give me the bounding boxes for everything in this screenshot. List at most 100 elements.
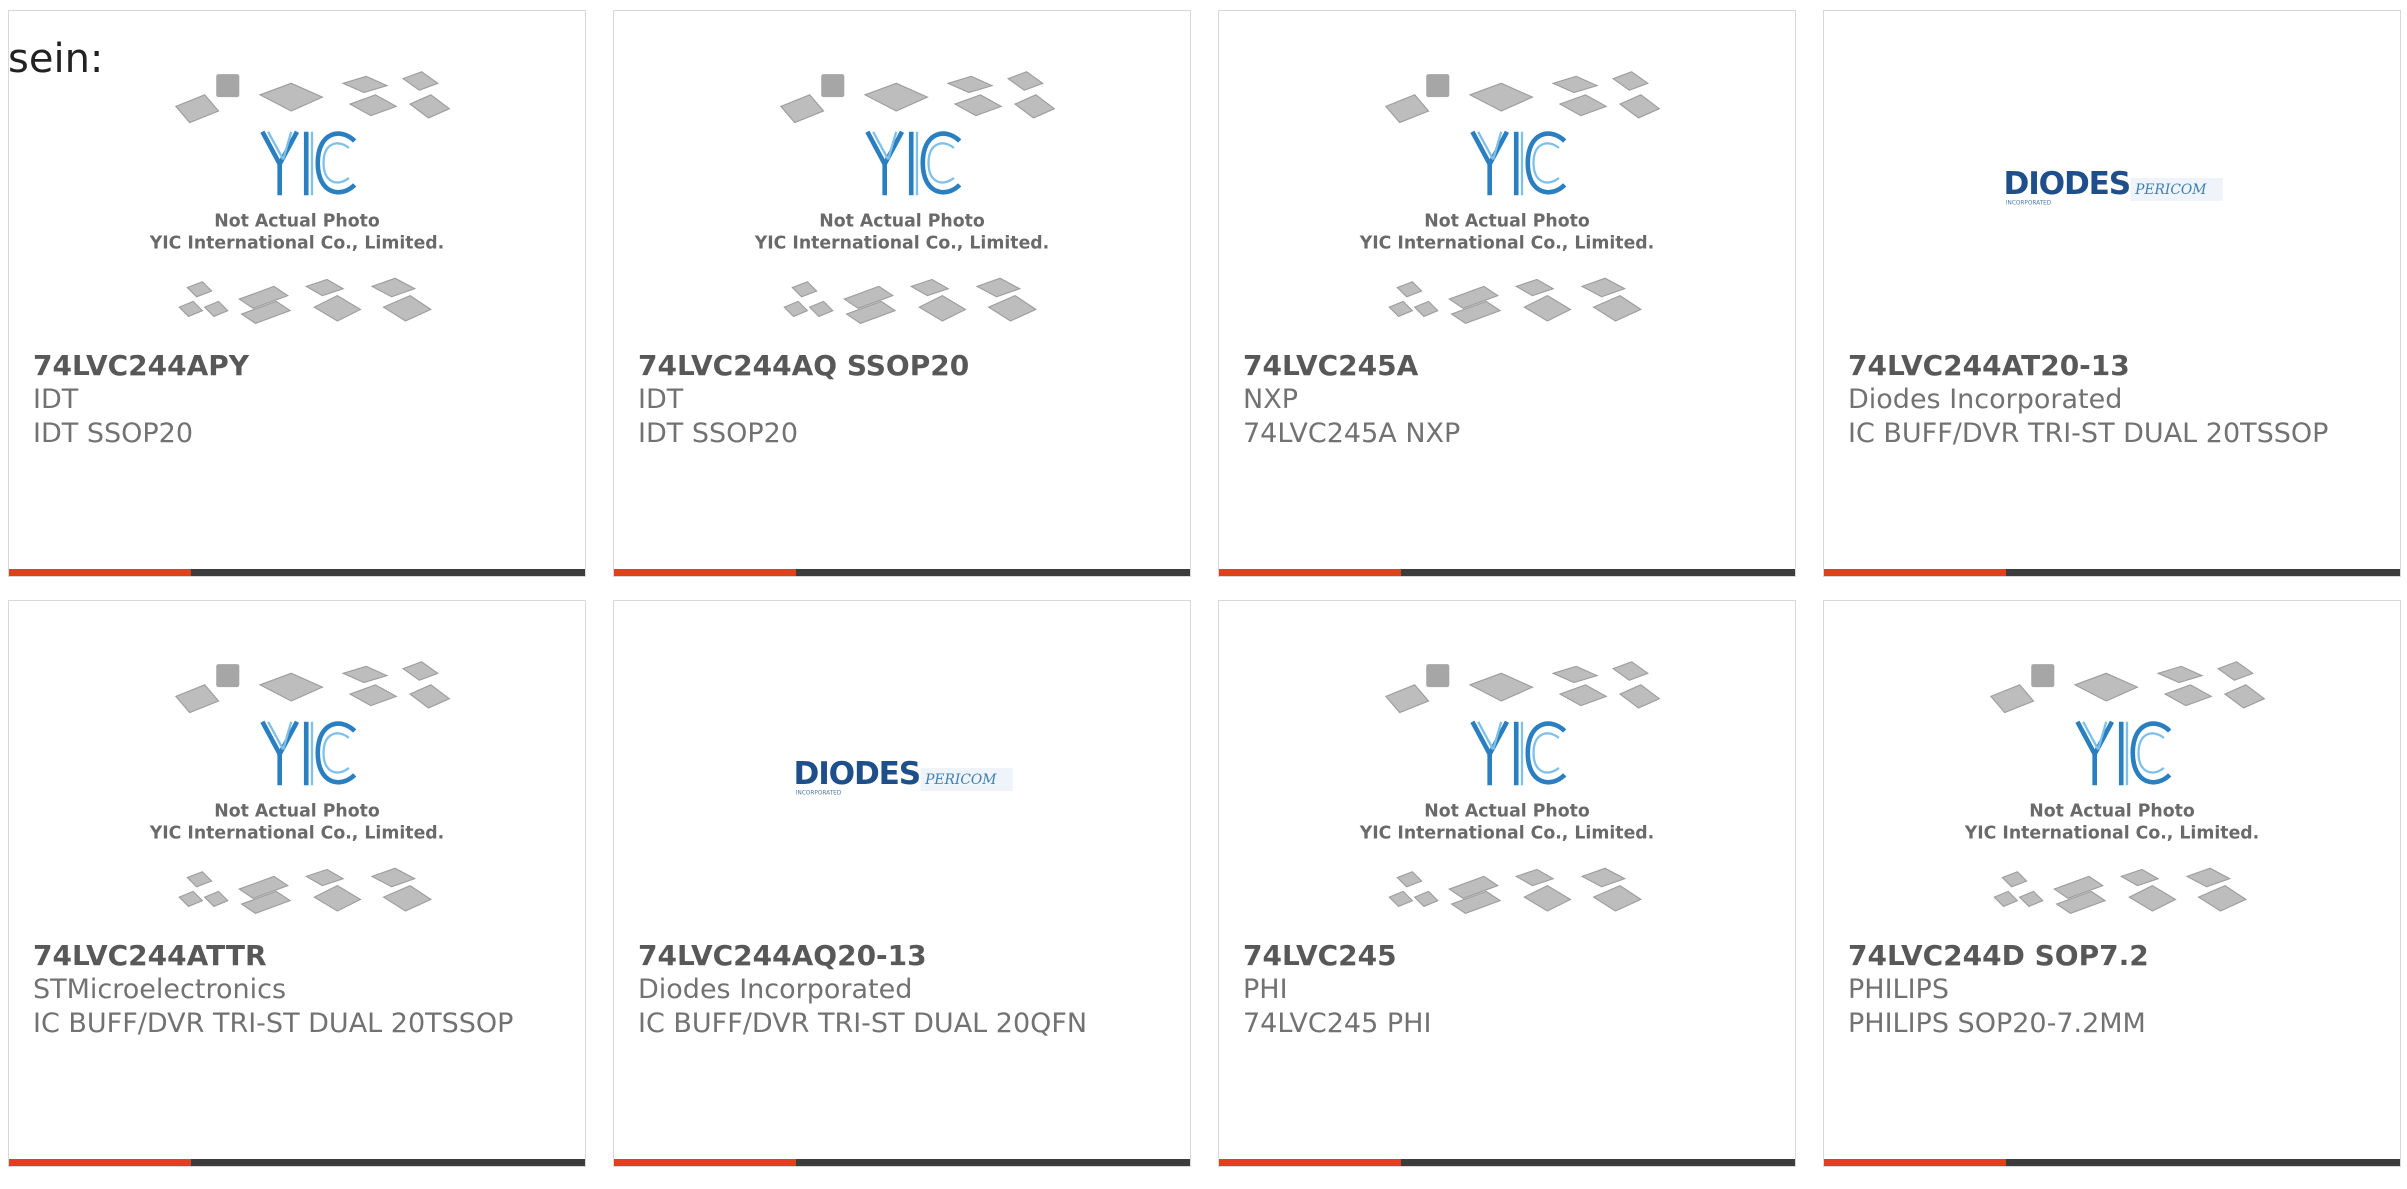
product-card[interactable]: Not Actual Photo YIC International Co., … <box>1218 600 1796 1167</box>
yic-placeholder-image: Not Actual Photo YIC International Co., … <box>754 71 1056 324</box>
product-part-number[interactable]: 74LVC244D SOP7.2 <box>1848 939 2376 973</box>
product-grid: Not Actual Photo YIC International Co., … <box>8 10 2402 1189</box>
product-description: IDT SSOP20 <box>33 418 193 449</box>
product-card[interactable]: Not Actual Photo YIC International Co., … <box>613 10 1191 577</box>
placeholder-line2: YIC International Co., Limited. <box>1964 823 2260 843</box>
product-info: 74LVC245 PHI 74LVC245 PHI <box>1243 939 1771 1041</box>
product-image[interactable]: Not Actual Photo YIC International Co., … <box>9 51 585 351</box>
product-image[interactable]: DIODES INCORPORATED PERICOM <box>614 641 1190 941</box>
yic-logo <box>1470 130 1567 196</box>
product-image[interactable]: Not Actual Photo YIC International Co., … <box>614 51 1190 351</box>
chip-cluster-top <box>1989 661 2266 714</box>
placeholder-line2: YIC International Co., Limited. <box>149 823 445 843</box>
diodes-logo-image: DIODES INCORPORATED PERICOM <box>794 756 1013 796</box>
product-card[interactable]: Not Actual Photo YIC International Co., … <box>1823 600 2401 1167</box>
product-manufacturer: IDT <box>33 384 79 415</box>
chip-cluster-top <box>1384 71 1661 124</box>
product-card[interactable]: DIODES INCORPORATED PERICOM 74LVC244AT20… <box>1823 10 2401 577</box>
yic-placeholder-image: Not Actual Photo YIC International Co., … <box>1359 71 1661 324</box>
product-manufacturer: NXP <box>1243 384 1298 415</box>
product-description: 74LVC245 PHI <box>1243 1008 1432 1039</box>
card-bottom-bar <box>9 569 585 576</box>
yic-logo <box>1470 720 1567 786</box>
card-bottom-bar <box>614 1159 1190 1166</box>
product-image[interactable]: DIODES INCORPORATED PERICOM <box>1824 51 2400 351</box>
product-info: 74LVC244ATTR STMicroelectronics IC BUFF/DV… <box>33 939 561 1041</box>
diodes-logo-image: DIODES INCORPORATED PERICOM <box>2004 166 2223 206</box>
card-bottom-bar <box>614 569 1190 576</box>
chip-cluster-bottom <box>1993 867 2248 914</box>
product-image[interactable]: Not Actual Photo YIC International Co., … <box>9 641 585 941</box>
product-description: IDT SSOP20 <box>638 418 798 449</box>
card-accent-bar <box>1824 569 2006 576</box>
yic-logo <box>865 130 962 196</box>
product-info: 74LVC245A NXP 74LVC245A NXP <box>1243 349 1771 451</box>
yic-logo <box>260 130 357 196</box>
card-accent-bar <box>1219 1159 1401 1166</box>
yic-logo <box>2075 720 2172 786</box>
chip-cluster-top <box>1384 661 1661 714</box>
placeholder-line1: Not Actual Photo <box>1424 801 1590 821</box>
product-part-number[interactable]: 74LVC245A <box>1243 349 1771 383</box>
card-bottom-bar <box>1219 569 1795 576</box>
product-image[interactable]: Not Actual Photo YIC International Co., … <box>1824 641 2400 941</box>
yic-placeholder-image: Not Actual Photo YIC International Co., … <box>1359 661 1661 914</box>
placeholder-line1: Not Actual Photo <box>214 211 380 231</box>
card-accent-bar <box>1219 569 1401 576</box>
yic-placeholder-image: Not Actual Photo YIC International Co., … <box>149 71 451 324</box>
product-part-number[interactable]: 74LVC244ATTR <box>33 939 561 973</box>
diodes-sub: INCORPORATED <box>796 790 842 796</box>
placeholder-line2: YIC International Co., Limited. <box>149 233 445 253</box>
product-info: 74LVC244APY IDT IDT SSOP20 <box>33 349 561 451</box>
product-manufacturer: STMicroelectronics <box>33 974 287 1005</box>
card-bottom-bar <box>1824 569 2400 576</box>
chip-cluster-top <box>174 71 451 124</box>
card-accent-bar <box>614 1159 796 1166</box>
pericom-brand: PERICOM <box>2134 182 2207 198</box>
product-manufacturer: PHILIPS <box>1848 974 1949 1005</box>
product-card[interactable]: Not Actual Photo YIC International Co., … <box>8 600 586 1167</box>
product-manufacturer: PHI <box>1243 974 1288 1005</box>
card-accent-bar <box>1824 1159 2006 1166</box>
card-accent-bar <box>9 569 191 576</box>
chip-cluster-top <box>779 71 1056 124</box>
chip-cluster-bottom <box>178 867 433 914</box>
product-part-number[interactable]: 74LVC244AQ20-13 <box>638 939 1166 973</box>
product-card[interactable]: DIODES INCORPORATED PERICOM 74LVC244AQ20… <box>613 600 1191 1167</box>
diodes-brand: DIODES <box>2004 166 2131 202</box>
product-part-number[interactable]: 74LVC245 <box>1243 939 1771 973</box>
card-accent-bar <box>614 569 796 576</box>
product-card[interactable]: Not Actual Photo YIC International Co., … <box>1218 10 1796 577</box>
placeholder-line2: YIC International Co., Limited. <box>1359 233 1655 253</box>
intro-text: sein: <box>8 36 104 82</box>
chip-cluster-bottom <box>1388 867 1643 914</box>
product-part-number[interactable]: 74LVC244APY <box>33 349 561 383</box>
pericom-brand: PERICOM <box>924 772 997 788</box>
product-info: 74LVC244AT20-13 Diodes Incorporated IC BUF… <box>1848 349 2376 451</box>
product-info: 74LVC244D SOP7.2 PHILIPS PHILIPS SOP20-7.2… <box>1848 939 2376 1041</box>
product-description: 74LVC245A NXP <box>1243 418 1461 449</box>
chip-cluster-bottom <box>783 277 1038 324</box>
product-card[interactable]: Not Actual Photo YIC International Co., … <box>8 10 586 577</box>
product-image[interactable]: Not Actual Photo YIC International Co., … <box>1219 51 1795 351</box>
product-part-number[interactable]: 74LVC244AQ SSOP20 <box>638 349 1166 383</box>
card-bottom-bar <box>9 1159 585 1166</box>
product-image[interactable]: Not Actual Photo YIC International Co., … <box>1219 641 1795 941</box>
product-part-number[interactable]: 74LVC244AT20-13 <box>1848 349 2376 383</box>
product-manufacturer: Diodes Incorporated <box>638 974 913 1005</box>
product-description: IC BUFF/DVR TRI-ST DUAL 20TSSOP <box>1848 418 2329 449</box>
placeholder-line1: Not Actual Photo <box>214 801 380 821</box>
diodes-brand: DIODES <box>794 756 921 792</box>
yic-placeholder-image: Not Actual Photo YIC International Co., … <box>1964 661 2266 914</box>
chip-cluster-bottom <box>1388 277 1643 324</box>
product-description: IC BUFF/DVR TRI-ST DUAL 20QFN <box>638 1008 1088 1039</box>
card-bottom-bar <box>1824 1159 2400 1166</box>
card-bottom-bar <box>1219 1159 1795 1166</box>
product-info: 74LVC244AQ SSOP20 IDT IDT SSOP20 <box>638 349 1166 451</box>
product-description: PHILIPS SOP20-7.2MM <box>1848 1008 2146 1039</box>
yic-logo <box>260 720 357 786</box>
yic-placeholder-image: Not Actual Photo YIC International Co., … <box>149 661 451 914</box>
placeholder-line1: Not Actual Photo <box>1424 211 1590 231</box>
product-manufacturer: IDT <box>638 384 684 415</box>
placeholder-line2: YIC International Co., Limited. <box>1359 823 1655 843</box>
